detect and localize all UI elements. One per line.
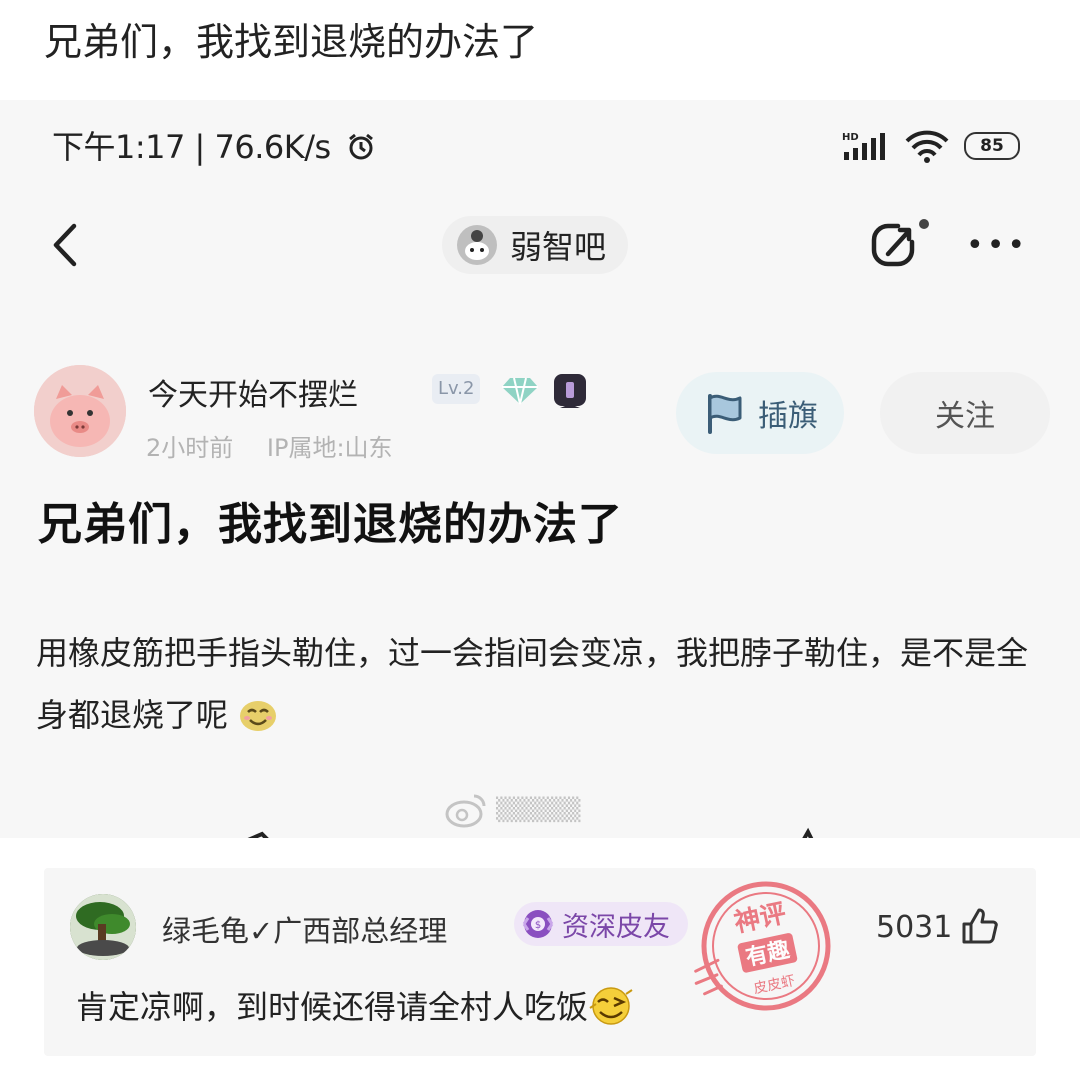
pig-avatar-icon	[34, 365, 126, 457]
follow-button[interactable]: 关注	[880, 372, 1050, 454]
toolbar-partial-icons	[247, 827, 814, 838]
wink-emoji-icon	[589, 987, 633, 1025]
rank-badge: $ 资深皮友	[514, 902, 688, 946]
post-title: 兄弟们，我找到退烧的办法了	[38, 499, 623, 550]
rank-label: 资深皮友	[562, 911, 670, 943]
shield-badge-icon	[554, 374, 586, 408]
forum-avatar-icon	[457, 225, 497, 265]
share-icon[interactable]	[866, 216, 932, 276]
cellular-signal-icon: HD	[842, 132, 885, 160]
alarm-clock-icon	[349, 133, 374, 160]
back-arrow-icon[interactable]	[50, 222, 80, 268]
like-count: 5031	[876, 910, 953, 945]
battery-indicator: 85	[964, 132, 1020, 160]
author-row: 今天开始不摆烂 Lv.2 2小时前 IP属地:山东 插旗 关注	[0, 362, 1080, 472]
weibo-watermark-icon	[445, 794, 486, 828]
status-indicators: HD 85	[842, 128, 1020, 164]
hd-label: HD	[842, 132, 859, 143]
more-options-icon[interactable]: •••	[966, 231, 1028, 261]
svg-text:$: $	[535, 920, 541, 931]
forum-pill[interactable]: 弱智吧	[442, 216, 629, 274]
commenter-name[interactable]: 绿毛龟✓广西部总经理	[162, 908, 447, 950]
bonsai-avatar-icon	[70, 894, 136, 960]
status-time-text: 下午1:17 | 76.6K/s	[52, 128, 331, 166]
nav-bar: 弱智吧 •••	[0, 200, 1080, 290]
page-title: 兄弟们，我找到退烧的办法了	[44, 20, 539, 64]
comment-text: 肯定凉啊，到时候还得请全村人吃饭	[76, 982, 634, 1028]
smile-emoji-icon	[240, 701, 277, 731]
commenter-avatar[interactable]	[70, 894, 136, 960]
comment-text-body: 肯定凉啊，到时候还得请全村人吃饭	[76, 988, 589, 1026]
thumbs-up-icon[interactable]	[960, 906, 1000, 946]
hot-comment-card: 绿毛龟✓广西部总经理 $ 资深皮友 5031 肯定凉啊，到时候还得请全村人吃饭	[44, 868, 1036, 1056]
hot-comment-stamp: 神评 有趣 皮皮虾	[694, 881, 831, 1011]
wifi-icon	[905, 130, 949, 163]
stamp-line1: 神评	[732, 899, 789, 939]
level-badge: Lv.2	[432, 374, 481, 404]
ip-location: IP属地:山东	[266, 434, 393, 462]
status-time-speed: 下午1:17 | 76.6K/s	[52, 122, 376, 168]
watermark: ▒▒▒▒▒	[444, 792, 581, 828]
rank-crest-icon: $	[522, 910, 554, 938]
post-body-text: 用橡皮筋把手指头勒住，过一会指间会变凉，我把脖子勒住，是不是全身都退烧了呢	[36, 634, 1029, 734]
diamond-badge-icon	[502, 377, 538, 405]
post-body: 用橡皮筋把手指头勒住，过一会指间会变凉，我把脖子勒住，是不是全身都退烧了呢	[36, 622, 1036, 746]
status-bar: 下午1:17 | 76.6K/s HD 85	[0, 100, 1080, 190]
forum-name: 弱智吧	[510, 228, 607, 266]
flag-label: 插旗	[758, 399, 818, 434]
flag-icon	[708, 394, 742, 434]
watermark-text: ▒▒▒▒▒	[496, 797, 581, 823]
author-name[interactable]: 今天开始不摆烂	[148, 370, 358, 414]
flag-button[interactable]: 插旗	[676, 372, 844, 454]
author-meta: 2小时前 IP属地:山东	[146, 428, 419, 463]
author-avatar[interactable]	[34, 365, 126, 457]
screenshot-frame: 下午1:17 | 76.6K/s HD 85 弱智吧 ••• 今天开始不摆烂 L…	[0, 100, 1080, 838]
post-time: 2小时前	[146, 434, 234, 462]
